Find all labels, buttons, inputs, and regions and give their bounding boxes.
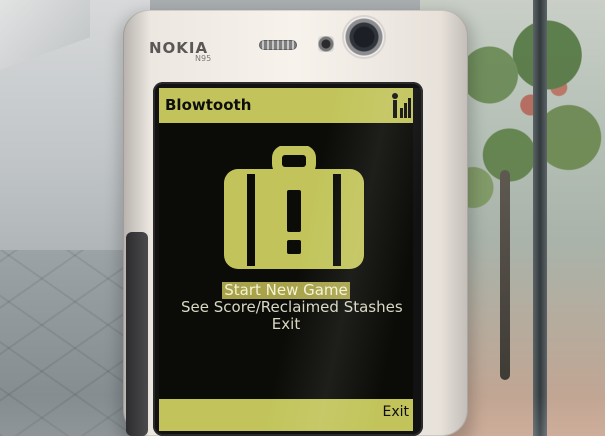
- photo-scene: NOKIA N95 Blowtooth Start New Game See S…: [0, 0, 605, 436]
- menu-item-start-new-game[interactable]: Start New Game: [222, 282, 350, 299]
- softkey-bar: Exit: [159, 399, 413, 431]
- phone-side-edge: [126, 232, 148, 436]
- briefcase-warning-icon: [224, 146, 364, 269]
- menu-item-exit[interactable]: Exit: [270, 316, 302, 333]
- front-camera: [318, 36, 334, 52]
- camera-lens: [344, 17, 384, 57]
- window-frame-post: [533, 0, 547, 436]
- phone-screen: Blowtooth Start New Game See Score/Recla…: [159, 88, 413, 431]
- signal-icon: [392, 93, 411, 118]
- main-menu: Start New Game See Score/Reclaimed Stash…: [179, 282, 403, 333]
- softkey-right-exit[interactable]: Exit: [382, 404, 409, 420]
- tree-trunk: [500, 170, 510, 380]
- phone-model: N95: [195, 54, 212, 63]
- app-title-bar: Blowtooth: [159, 88, 413, 123]
- speaker-grille: [259, 40, 297, 50]
- menu-item-see-score[interactable]: See Score/Reclaimed Stashes: [179, 299, 405, 316]
- app-title: Blowtooth: [165, 96, 252, 114]
